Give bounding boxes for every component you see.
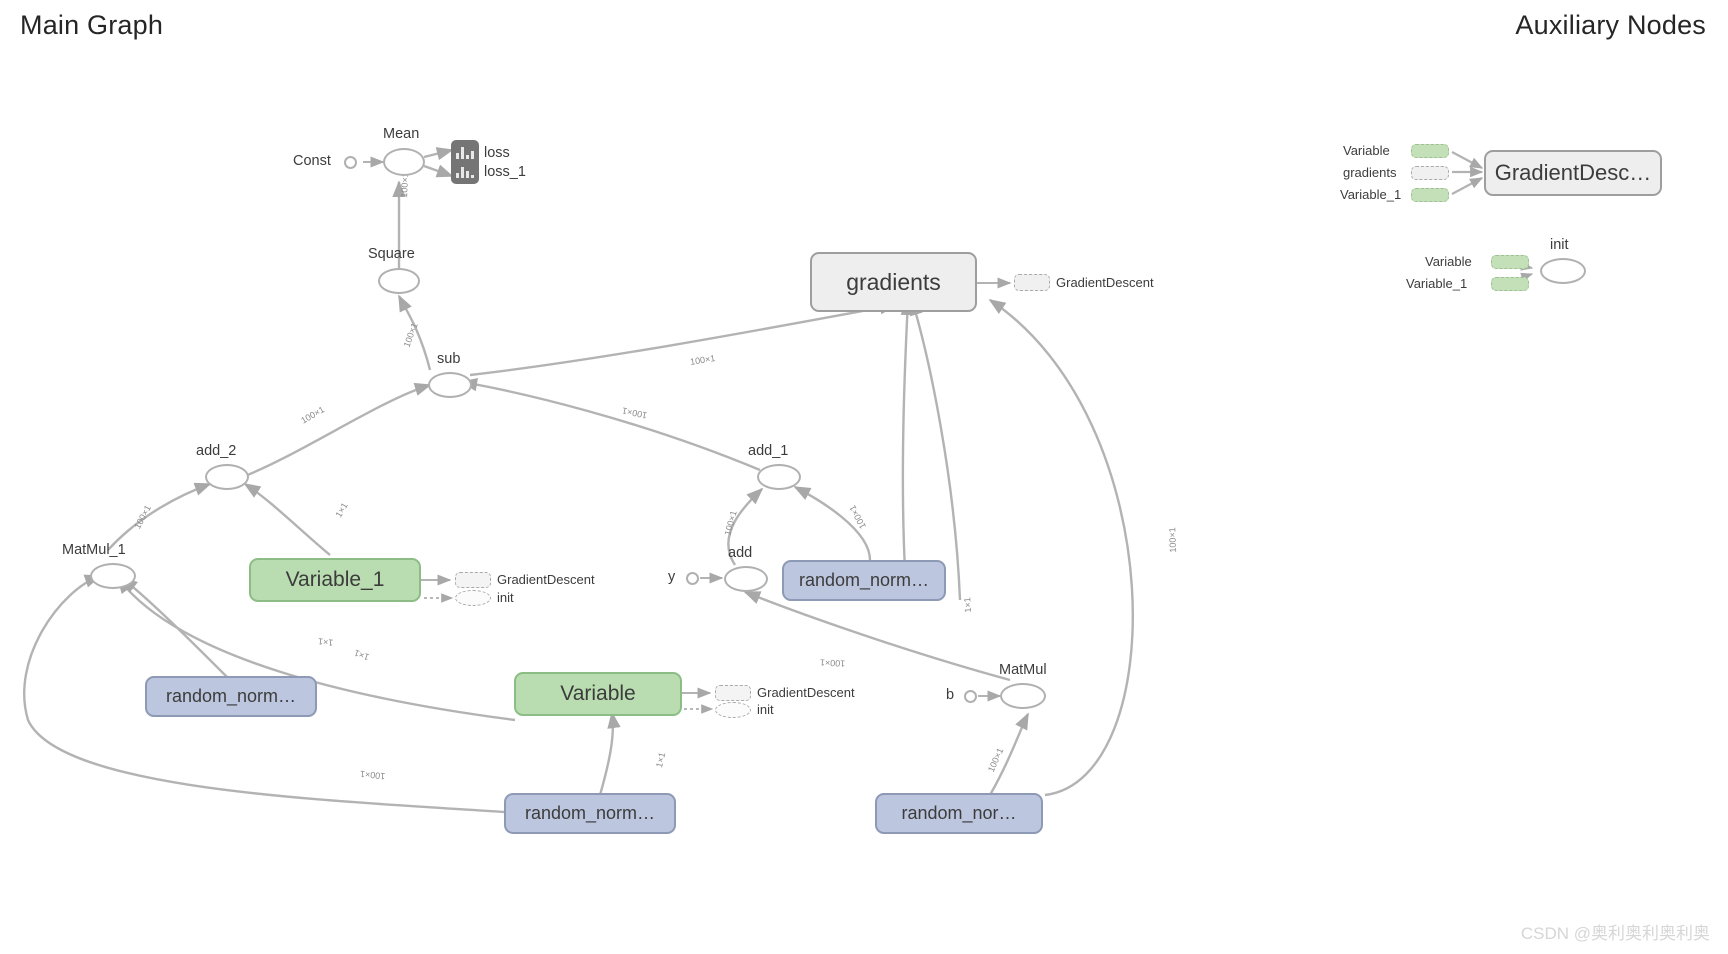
node-y-port[interactable] <box>686 572 699 585</box>
node-variable-label: Variable <box>560 682 636 705</box>
aux-input-label-variable: Variable <box>1343 143 1390 158</box>
edge-label: 1×1 <box>962 597 974 613</box>
annotation-stub-init[interactable] <box>455 590 491 606</box>
node-gradients[interactable]: gradients <box>810 252 977 312</box>
node-variable-1-label: Variable_1 <box>285 568 385 591</box>
node-add-1-label: add_1 <box>748 443 789 459</box>
node-random-normal[interactable]: random_nor… <box>875 793 1043 834</box>
node-square[interactable] <box>378 268 420 294</box>
annotation-stub-gradientdescent[interactable] <box>455 572 491 588</box>
node-add-label: add <box>728 545 753 561</box>
aux-input-stub-gradients[interactable] <box>1411 166 1449 180</box>
annotation-label-gradientdescent: GradientDescent <box>497 572 595 587</box>
edge-layer <box>23 147 1534 814</box>
node-add-2[interactable] <box>205 464 249 490</box>
node-y-label: y <box>668 569 676 585</box>
node-matmul-label: MatMul <box>999 662 1047 678</box>
summary-label-loss-1: loss_1 <box>484 164 526 180</box>
annotation-label-init: init <box>757 702 774 717</box>
node-random-normal[interactable]: random_norm… <box>782 560 946 601</box>
edge-label: 1×1 <box>317 636 334 648</box>
node-matmul-1[interactable] <box>90 563 136 589</box>
node-matmul[interactable] <box>1000 683 1046 709</box>
node-random-normal[interactable]: random_norm… <box>145 676 317 717</box>
aux-input-stub-variable[interactable] <box>1411 144 1449 158</box>
aux-node-gradient-descent-label: GradientDesc… <box>1494 160 1652 185</box>
annotation-stub-init[interactable] <box>715 702 751 718</box>
node-square-label: Square <box>368 246 415 262</box>
aux-input-label-variable-1: Variable_1 <box>1340 187 1402 202</box>
node-mean-label: Mean <box>383 126 420 142</box>
aux-init-input-label-variable-1: Variable_1 <box>1406 276 1468 291</box>
node-b-label: b <box>946 687 955 703</box>
node-add-1[interactable] <box>757 464 801 490</box>
node-gradients-label: gradients <box>846 268 941 295</box>
node-mean[interactable] <box>383 148 425 176</box>
annotation-label-gradientdescent: GradientDescent <box>757 685 855 700</box>
watermark: CSDN @奥利奥利奥利奥 <box>1520 924 1710 943</box>
aux-init-input-label-variable: Variable <box>1425 254 1472 269</box>
summary-label-loss: loss <box>484 145 510 161</box>
node-sub[interactable] <box>428 372 472 398</box>
node-variable-1[interactable]: Variable_1 <box>249 558 421 602</box>
node-b-port[interactable] <box>964 690 977 703</box>
node-matmul-1-label: MatMul_1 <box>62 542 126 558</box>
annotation-stub-gradientdescent[interactable] <box>715 685 751 701</box>
aux-node-gradient-descent[interactable]: GradientDesc… <box>1484 150 1662 196</box>
bar-chart-icon <box>456 166 474 178</box>
bar-chart-icon <box>456 146 474 159</box>
node-const-label: Const <box>293 153 331 169</box>
aux-init-input-stub-variable-1[interactable] <box>1491 277 1529 291</box>
node-variable[interactable]: Variable <box>514 672 682 716</box>
node-add-2-label: add_2 <box>196 443 237 459</box>
annotation-stub-gradientdescent[interactable] <box>1014 274 1050 291</box>
aux-node-init-label: init <box>1550 237 1569 253</box>
edge-label: 100×1 <box>819 657 846 669</box>
edge-label: 100×1 <box>1167 527 1179 553</box>
aux-input-label-gradients: gradients <box>1343 165 1397 180</box>
node-random-normal-label: random_norm… <box>524 803 656 823</box>
node-add[interactable] <box>724 566 768 592</box>
node-random-normal-label: random_norm… <box>165 686 297 706</box>
aux-init-input-stub-variable[interactable] <box>1491 255 1529 269</box>
node-random-normal-label: random_norm… <box>798 570 930 590</box>
graph-canvas: Main Graph Auxiliary Nodes 100×1 100×1 1… <box>0 0 1728 954</box>
node-sub-label: sub <box>437 351 461 367</box>
aux-node-init[interactable] <box>1540 258 1586 284</box>
annotation-label-init: init <box>497 590 514 605</box>
aux-input-stub-variable-1[interactable] <box>1411 188 1449 202</box>
node-random-normal-label: random_nor… <box>901 803 1017 823</box>
node-const-port[interactable] <box>344 156 357 169</box>
node-random-normal[interactable]: random_norm… <box>504 793 676 834</box>
summary-node-loss[interactable] <box>451 140 479 184</box>
annotation-label-gradientdescent: GradientDescent <box>1056 275 1154 290</box>
